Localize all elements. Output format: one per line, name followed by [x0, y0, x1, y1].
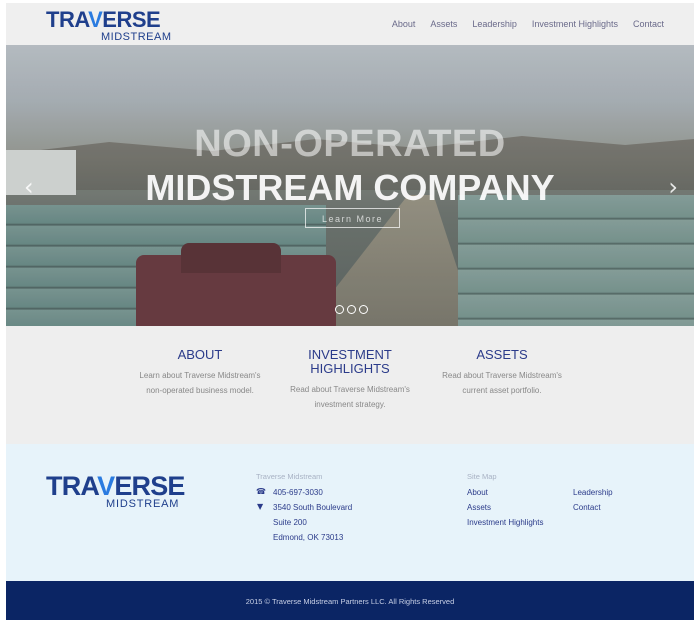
- sitemap-assets[interactable]: Assets: [467, 502, 491, 514]
- nav-assets[interactable]: Assets: [430, 19, 457, 29]
- feature-title: ASSETS: [476, 347, 528, 362]
- site-footer: TRAVERSE MIDSTREAM Traverse Midstream ☎ …: [6, 444, 694, 581]
- nav-about[interactable]: About: [392, 19, 416, 29]
- sitemap-heading: Site Map: [467, 472, 497, 481]
- sitemap-about[interactable]: About: [467, 487, 488, 499]
- logo-subtitle: MIDSTREAM: [101, 31, 172, 43]
- nav-contact[interactable]: Contact: [633, 19, 664, 29]
- logo-wordmark: TRAVERSE: [46, 471, 185, 501]
- footer-address-line1: 3540 South Boulevard: [273, 503, 353, 512]
- feature-investment-highlights[interactable]: INVESTMENT HIGHLIGHTS Read about Travers…: [286, 348, 414, 412]
- site-header: TRAVERSE MIDSTREAM About Assets Leadersh…: [6, 3, 694, 45]
- hero-slider: NON-OPERATED MIDSTREAM COMPANY Learn Mor…: [6, 45, 694, 326]
- feature-title: INVESTMENT HIGHLIGHTS: [308, 347, 392, 376]
- logo-wordmark: TRAVERSE: [46, 7, 161, 32]
- nav-investment-highlights[interactable]: Investment Highlights: [532, 19, 618, 29]
- feature-description: Read about Traverse Midstream's investme…: [290, 385, 410, 409]
- feature-about[interactable]: ABOUT Learn about Traverse Midstream's n…: [135, 348, 265, 398]
- nav-leadership[interactable]: Leadership: [472, 19, 517, 29]
- sitemap-investment-highlights[interactable]: Investment Highlights: [467, 517, 543, 529]
- chevron-right-icon[interactable]: ›: [668, 173, 678, 201]
- footer-phone[interactable]: 405-697-3030: [273, 487, 323, 499]
- footer-address-line3: Edmond, OK 73013: [273, 533, 344, 542]
- slider-dot-3[interactable]: [359, 305, 368, 314]
- feature-description: Read about Traverse Midstream's current …: [442, 371, 562, 395]
- footer-address-line2: Suite 200: [273, 518, 307, 527]
- slider-pagination: [335, 305, 368, 314]
- footer-logo[interactable]: TRAVERSE MIDSTREAM: [46, 472, 196, 512]
- main-nav: About Assets Leadership Investment Highl…: [392, 19, 664, 29]
- slider-dot-2[interactable]: [347, 305, 356, 314]
- slider-dot-1[interactable]: [335, 305, 344, 314]
- feature-description: Learn about Traverse Midstream's non-ope…: [139, 371, 261, 395]
- chevron-left-icon[interactable]: ‹: [24, 173, 34, 201]
- phone-icon: ☎: [256, 487, 266, 496]
- contact-heading: Traverse Midstream: [256, 472, 323, 481]
- logo-subtitle: MIDSTREAM: [106, 498, 180, 510]
- sitemap-contact[interactable]: Contact: [573, 502, 601, 514]
- hero-title-line2: MIDSTREAM COMPANY: [145, 167, 555, 208]
- features-section: ABOUT Learn about Traverse Midstream's n…: [6, 326, 694, 444]
- learn-more-button[interactable]: Learn More: [305, 208, 400, 228]
- page-frame: TRAVERSE MIDSTREAM About Assets Leadersh…: [6, 0, 694, 620]
- feature-assets[interactable]: ASSETS Read about Traverse Midstream's c…: [437, 348, 567, 398]
- header-logo[interactable]: TRAVERSE MIDSTREAM: [46, 8, 176, 44]
- map-pin-icon: ▼: [257, 502, 264, 511]
- sitemap-leadership[interactable]: Leadership: [573, 487, 613, 499]
- copyright-bar: 2015 © Traverse Midstream Partners LLC. …: [6, 581, 694, 620]
- hero-title-line1: NON-OPERATED: [194, 123, 506, 165]
- feature-title: ABOUT: [177, 347, 223, 362]
